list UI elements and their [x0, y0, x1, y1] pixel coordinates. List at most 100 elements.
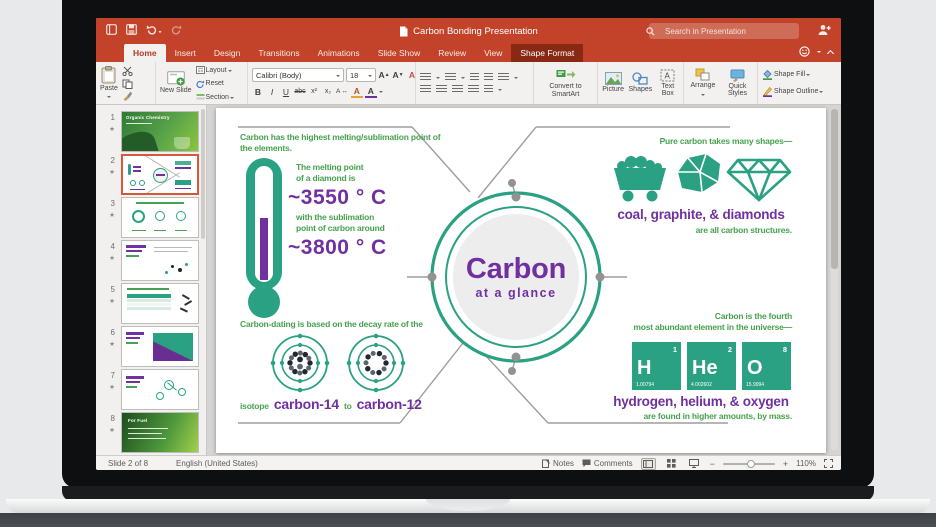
slideshow-view-button[interactable]	[687, 458, 702, 470]
justify-icon[interactable]	[468, 84, 479, 94]
slide-sorter-view-button[interactable]	[664, 458, 679, 470]
tab-slide-show[interactable]: Slide Show	[369, 44, 430, 62]
zoom-out-button[interactable]: −	[710, 459, 715, 469]
thumbnail-preview[interactable]	[121, 283, 199, 324]
language-indicator[interactable]: English (United States)	[176, 459, 258, 468]
tab-transitions[interactable]: Transitions	[249, 44, 308, 62]
abundance-intro-text[interactable]: Carbon is the fourth most abundant eleme…	[582, 311, 792, 333]
zoom-in-button[interactable]: +	[783, 459, 788, 469]
tab-shape-format[interactable]: Shape Format	[511, 44, 584, 62]
thumbnail-preview[interactable]: Organic Chemistry	[121, 111, 199, 152]
picture-button[interactable]: Picture	[602, 72, 624, 94]
sublimation-text[interactable]: with the sublimation point of carbon aro…	[296, 212, 385, 234]
shapes-sub-text[interactable]: are all carbon structures.	[582, 225, 793, 236]
abundance-sub-text[interactable]: are found in higher amounts, by mass.	[582, 411, 793, 422]
shape-fill-button[interactable]: Shape Fill	[762, 69, 823, 80]
shrink-font-button[interactable]: A ▼	[392, 69, 404, 82]
reset-button[interactable]: Reset	[195, 80, 234, 88]
quick-styles-button[interactable]: Quick Styles	[724, 69, 750, 98]
tab-home[interactable]: Home	[124, 44, 166, 62]
thumbnail-slide-1[interactable]: 1 ★ Organic Chemistry	[99, 111, 203, 152]
element-tile-helium[interactable]: He 2 4.002602	[687, 342, 736, 390]
line-spacing-icon[interactable]	[498, 72, 509, 82]
abundance-caption-text[interactable]: hydrogen, helium, & oxygen	[606, 394, 796, 409]
grow-font-button[interactable]: A ▲	[378, 69, 390, 82]
canvas-scrollbar-thumb[interactable]	[831, 109, 838, 269]
zoom-slider-knob[interactable]	[746, 459, 755, 468]
numbering-icon[interactable]	[445, 72, 456, 82]
shapes-button[interactable]: Shapes	[629, 72, 652, 94]
thumbnail-preview[interactable]	[121, 240, 199, 281]
align-center-icon[interactable]	[436, 84, 447, 94]
tab-animations[interactable]: Animations	[309, 44, 369, 62]
isotope-caption[interactable]: isotope carbon-14 to carbon-12	[240, 396, 422, 412]
layout-button[interactable]: Layout	[195, 66, 234, 74]
format-painter-icon[interactable]	[122, 91, 133, 101]
tab-insert[interactable]: Insert	[166, 44, 205, 62]
font-size-select[interactable]: 18	[346, 68, 376, 82]
thumbnail-preview[interactable]	[121, 197, 199, 238]
new-slide-button[interactable]: New Slide	[160, 71, 192, 95]
thumbnail-slide-2[interactable]: 2 ★	[99, 154, 203, 195]
italic-button[interactable]: I	[266, 85, 278, 98]
strikethrough-button[interactable]: abc	[294, 85, 306, 98]
melting-temp-3550[interactable]: ~3550 ° C	[288, 186, 387, 210]
superscript-button[interactable]: x²	[308, 85, 320, 98]
increase-indent-icon[interactable]	[484, 72, 493, 82]
feedback-smiley-icon[interactable]	[799, 46, 810, 57]
thumbnail-preview[interactable]: For Fuel	[121, 412, 199, 453]
feedback-caret-icon[interactable]	[817, 51, 821, 55]
element-tile-oxygen[interactable]: O 8 15.9994	[742, 342, 791, 390]
normal-view-button[interactable]	[640, 457, 656, 470]
thumbnail-slide-3[interactable]: 3 ★	[99, 197, 203, 238]
thumbnail-scrollbar[interactable]	[201, 109, 205, 239]
thumbnail-preview[interactable]	[121, 369, 199, 410]
shapes-caption-text[interactable]: coal, graphite, & diamonds	[606, 207, 796, 222]
thumbnail-preview-selected[interactable]	[121, 154, 199, 195]
text-direction-icon[interactable]	[484, 84, 493, 94]
search-input[interactable]	[649, 23, 799, 39]
paste-button[interactable]: Paste	[100, 65, 118, 101]
share-user-icon[interactable]	[817, 24, 831, 36]
thumbnail-slide-7[interactable]: 7 ★	[99, 369, 203, 410]
decrease-indent-icon[interactable]	[470, 72, 479, 82]
slide-title[interactable]: Carbon	[432, 254, 600, 284]
character-spacing-button[interactable]: A↔	[336, 85, 349, 98]
font-name-select[interactable]: Calibri (Body)	[252, 68, 344, 82]
shapes-intro-text[interactable]: Pure carbon takes many shapes—	[582, 136, 793, 147]
element-tile-hydrogen[interactable]: H 1 1.00794	[632, 342, 681, 390]
melting-point-text[interactable]: The melting point of a diamond is	[296, 162, 364, 184]
thumbnail-slide-4[interactable]: 4 ★	[99, 240, 203, 281]
underline-button[interactable]: U	[280, 85, 292, 98]
slide-editor[interactable]: Carbon has the highest melting/sublimati…	[216, 108, 826, 453]
notes-button[interactable]: Notes	[542, 459, 574, 468]
font-color-caret-icon[interactable]	[378, 91, 383, 95]
thumbnail-slide-5[interactable]: 5 ★	[99, 283, 203, 324]
bullets-icon[interactable]	[420, 72, 431, 82]
text-box-button[interactable]: A Text Box	[657, 69, 679, 98]
collapse-ribbon-icon[interactable]	[826, 49, 835, 57]
fit-slide-icon[interactable]	[824, 459, 833, 468]
bold-button[interactable]: B	[252, 85, 264, 98]
melting-temp-3800[interactable]: ~3800 ° C	[288, 236, 387, 260]
tab-design[interactable]: Design	[205, 44, 249, 62]
tab-review[interactable]: Review	[429, 44, 475, 62]
zoom-slider[interactable]	[722, 459, 775, 468]
thumbnail-slide-8[interactable]: 8 ★ For Fuel	[99, 412, 203, 453]
thumbnail-preview[interactable]	[121, 326, 199, 367]
copy-icon[interactable]	[122, 79, 133, 89]
comments-button[interactable]: Comments	[582, 459, 633, 468]
tab-view[interactable]: View	[475, 44, 511, 62]
slide-subtitle[interactable]: at a glance	[432, 286, 600, 300]
font-color-button[interactable]: A	[364, 85, 377, 98]
shape-outline-button[interactable]: Shape Outline	[762, 86, 824, 97]
section-button[interactable]: Section	[196, 93, 234, 101]
align-left-icon[interactable]	[420, 84, 431, 94]
thumbnail-slide-6[interactable]: 6 ★	[99, 326, 203, 367]
cut-icon[interactable]	[122, 66, 133, 76]
melting-intro-text[interactable]: Carbon has the highest melting/sublimati…	[240, 132, 470, 154]
text-highlight-button[interactable]: A	[350, 85, 363, 98]
subscript-button[interactable]: x₂	[322, 85, 334, 98]
arrange-button[interactable]: Arrange	[691, 68, 715, 98]
align-right-icon[interactable]	[452, 84, 463, 94]
